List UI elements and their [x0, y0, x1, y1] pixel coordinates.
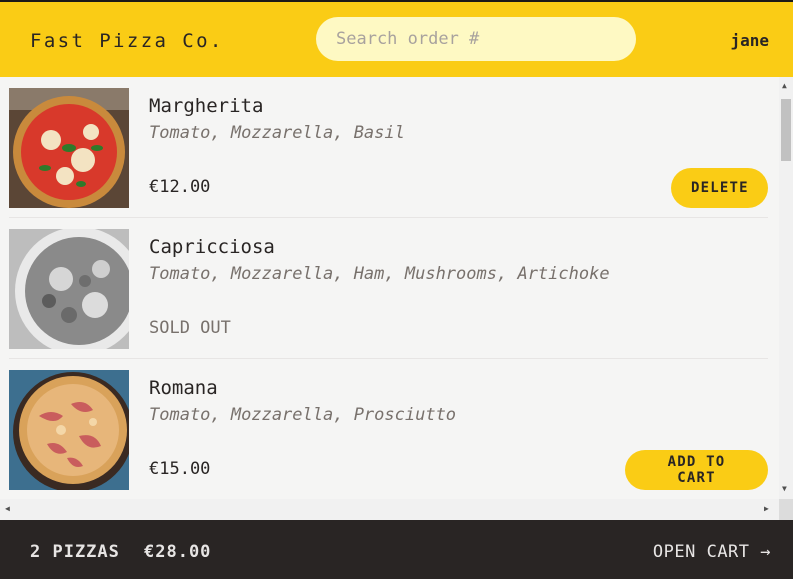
- scroll-up-icon[interactable]: ▲: [782, 82, 787, 90]
- menu-list: Margherita Tomato, Mozzarella, Basil €12…: [0, 77, 779, 499]
- horizontal-scrollbar[interactable]: ◀ ▶: [0, 499, 779, 520]
- menu-item-margherita: Margherita Tomato, Mozzarella, Basil €12…: [9, 77, 768, 218]
- pizza-name: Margherita: [149, 95, 264, 117]
- scrollbar-corner: [779, 499, 793, 520]
- pizza-name: Romana: [149, 377, 218, 399]
- scrollbar-thumb[interactable]: [781, 99, 791, 161]
- search-order-input[interactable]: [316, 17, 636, 61]
- scroll-down-icon[interactable]: ▼: [782, 485, 787, 493]
- cart-overview: 2 PIZZAS €28.00 OPEN CART →: [0, 520, 793, 579]
- pizza-margherita-photo: [9, 88, 129, 208]
- delete-button[interactable]: DELETE: [671, 168, 768, 208]
- scroll-right-icon[interactable]: ▶: [764, 505, 769, 513]
- pizza-ingredients: Tomato, Mozzarella, Basil: [149, 123, 405, 143]
- pizza-price: €12.00: [149, 177, 211, 197]
- menu-item-capricciosa: Capricciosa Tomato, Mozzarella, Ham, Mus…: [9, 218, 768, 359]
- scroll-left-icon[interactable]: ◀: [5, 505, 10, 513]
- pizza-price: €15.00: [149, 459, 211, 479]
- pizza-name: Capricciosa: [149, 236, 275, 258]
- pizza-ingredients: Tomato, Mozzarella, Prosciutto: [149, 405, 457, 425]
- sold-out-label: SOLD OUT: [149, 318, 231, 338]
- add-to-cart-button[interactable]: ADD TO CART: [625, 450, 768, 490]
- cart-pizza-count: 2 PIZZAS: [30, 542, 120, 562]
- vertical-scrollbar[interactable]: ▲ ▼: [779, 77, 793, 499]
- brand-logo[interactable]: Fast Pizza Co.: [30, 30, 224, 52]
- pizza-capricciosa-photo-grayscale: [9, 229, 129, 349]
- pizza-romana-photo: [9, 370, 129, 490]
- menu-item-romana: Romana Tomato, Mozzarella, Prosciutto €1…: [9, 359, 768, 499]
- cart-total-price: €28.00: [144, 542, 212, 562]
- pizza-ingredients: Tomato, Mozzarella, Ham, Mushrooms, Arti…: [149, 264, 610, 284]
- username: jane: [730, 31, 769, 50]
- app-header: Fast Pizza Co. jane: [0, 2, 793, 77]
- open-cart-link[interactable]: OPEN CART →: [653, 542, 771, 562]
